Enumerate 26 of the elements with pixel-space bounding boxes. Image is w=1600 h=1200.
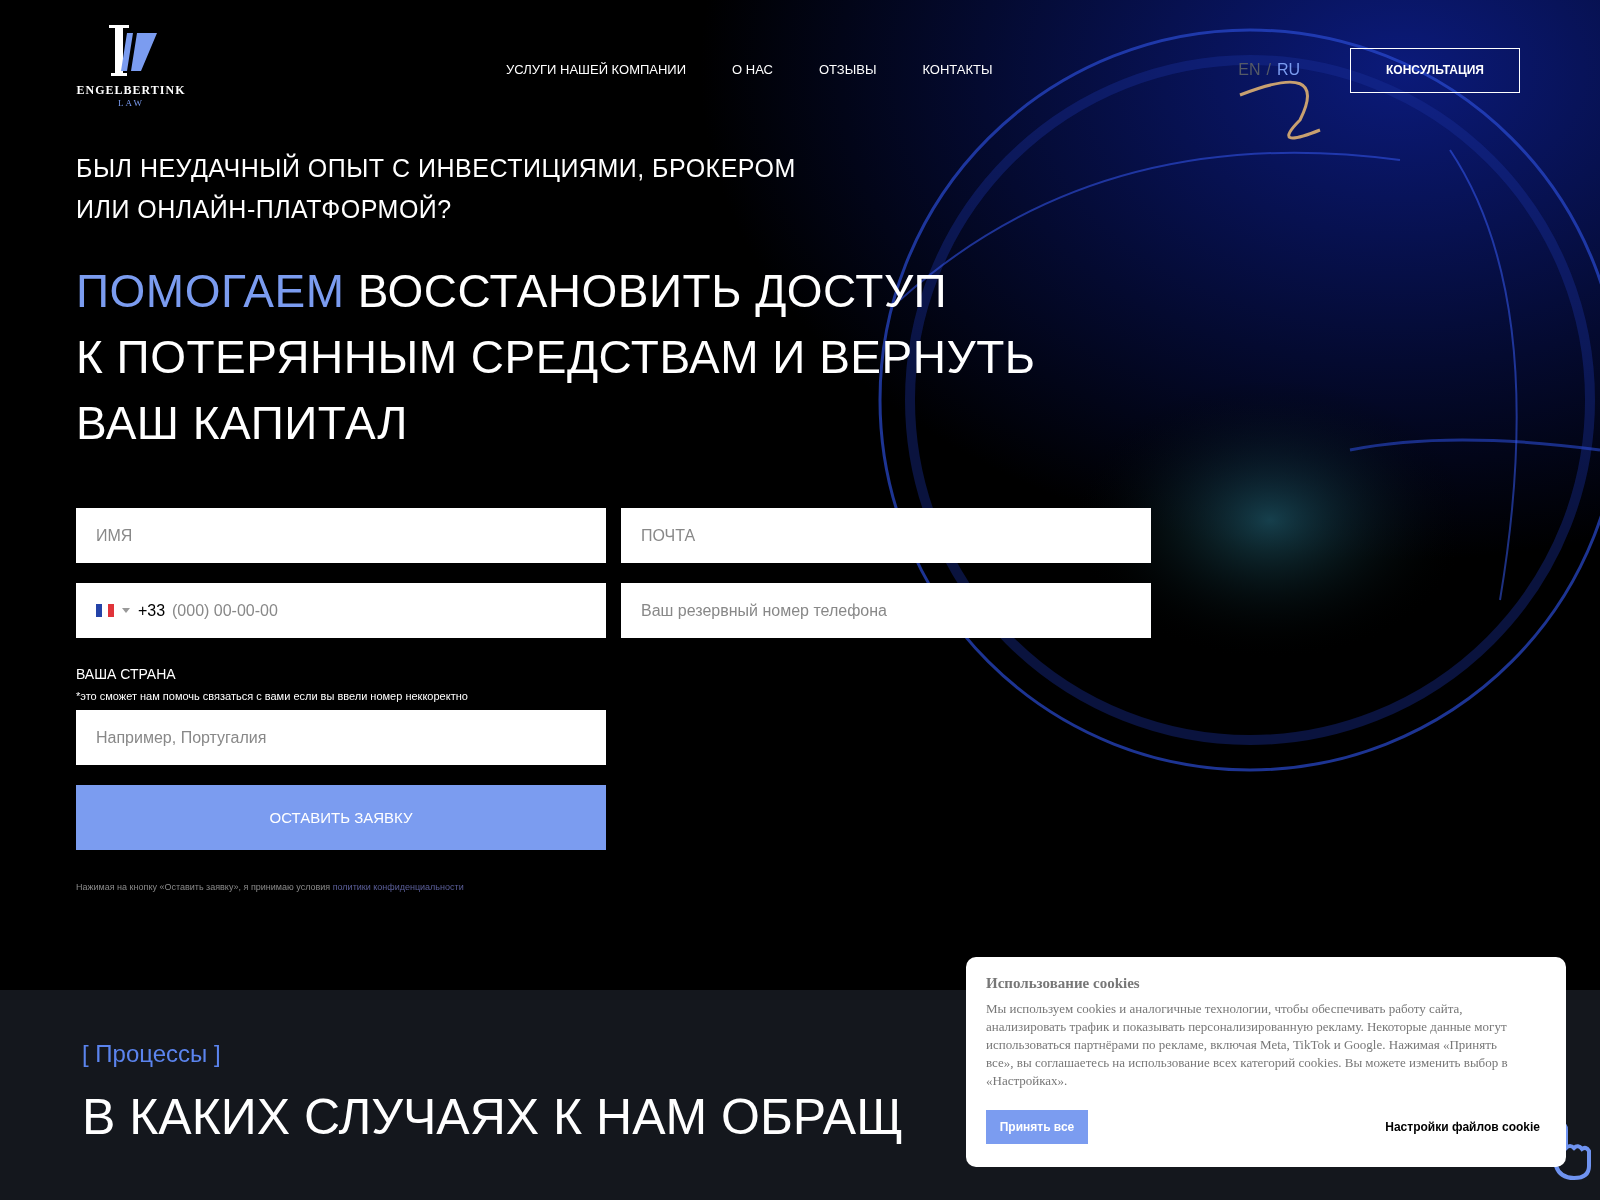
- flag-icon: [96, 604, 114, 617]
- caret-icon: [122, 608, 130, 613]
- country-note: *это сможет нам помочь связаться с вами если вы ввели номер неккоректно: [76, 690, 469, 702]
- nav-link[interactable]: О НАС: [732, 61, 773, 77]
- email-field[interactable]: ПОЧТА: [621, 508, 1151, 563]
- backup-phone-field[interactable]: Ваш резервный номер телефона: [621, 583, 1151, 638]
- logo-subtitle: LAW: [118, 97, 144, 108]
- language-separator: /: [1266, 61, 1271, 79]
- cookie-settings-button[interactable]: Настройки файлов cookie: [1379, 1119, 1546, 1135]
- country-code: +33: [138, 601, 166, 620]
- name-field[interactable]: ИМЯ: [76, 508, 606, 563]
- nav-link[interactable]: КОНТАКТЫ: [922, 61, 993, 77]
- nav-link[interactable]: ОТЗЫВЫ: [818, 61, 877, 77]
- nav-link[interactable]: УСЛУГИ НАШЕЙ КОМПАНИИ: [506, 61, 687, 77]
- hero-subtitle: БЫЛ НЕУДАЧНЫЙ ОПЫТ С ИНВЕСТИЦИЯМИ, БРОКЕРОМ ИЛИ ОНЛАЙН-ПЛАТФОРМОЙ?: [76, 152, 797, 225]
- consultation-button[interactable]: КОНСУЛЬТАЦИЯ: [1350, 47, 1520, 93]
- section-title: В КАКИХ СЛУЧАЯХ К НАМ ОБРАЩ: [82, 1088, 904, 1146]
- privacy-link[interactable]: политики конфиденциальности: [332, 882, 464, 892]
- cookie-text: Мы используем cookies и аналогичные технологии, чтобы обеспечивать работу сайта, анализировать трафик и показывать персонализированную рекламу. Некоторые данные могут использоваться партнёрами по рекламе, включая Meta, TikTok и Google. Нажимая «Принять все», вы соглашаетесь на использование всех категорий cookies. Вы можете изменить выбор в «Настройках».: [986, 1000, 1509, 1090]
- logo-name: ENGELBERTINK: [76, 82, 186, 98]
- country-field[interactable]: Например, Португалия: [76, 710, 606, 765]
- consent-text: Нажимая на кнопку «Оставить заявку», я принимаю условия политики конфиденциальности: [76, 882, 465, 892]
- cookie-title: Использование cookies: [986, 975, 1141, 992]
- section-tag: [ Процессы ]: [82, 1040, 221, 1068]
- language-link[interactable]: RU: [1276, 61, 1300, 79]
- country-label: ВАША СТРАНА: [76, 666, 177, 682]
